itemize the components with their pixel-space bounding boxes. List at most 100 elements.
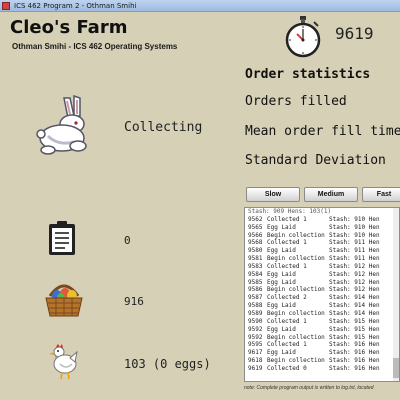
- log-line-message: Begin collection: [267, 255, 325, 263]
- log-line: 9565 Egg Laid Stash: 910 Hen: [245, 224, 399, 232]
- log-line-tail: Hen: [368, 333, 380, 341]
- log-line-message: Egg Laid: [267, 223, 296, 231]
- log-line: 9566 Begin collection Stash: 910 Hen: [245, 232, 399, 240]
- log-line-tail: Hen: [368, 357, 380, 365]
- output-log[interactable]: Stash: 909 Hens: 103(1) 9562 Collected 1 S…: [244, 207, 400, 382]
- log-line-number: 9586: [248, 286, 263, 294]
- log-line-tail: Hen: [368, 286, 380, 294]
- log-line: 9619 Collected 0 Stash: 916 Hen: [245, 365, 399, 373]
- log-line-number: 9581: [248, 255, 263, 263]
- log-line: 9590 Collected 1 Stash: 915 Hen: [245, 318, 399, 326]
- log-line-stash: Stash: 912: [329, 270, 369, 278]
- log-line-message: Egg Laid: [267, 302, 296, 310]
- log-line-stash: Stash: 915: [329, 333, 369, 341]
- log-line-stash: Stash: 912: [329, 278, 369, 286]
- rabbit-icon: [36, 94, 87, 155]
- log-line-tail: Hen: [368, 294, 380, 302]
- log-line: 9562 Collected 1 Stash: 910 Hen: [245, 216, 399, 224]
- log-line-message: Collected 1: [267, 262, 307, 270]
- log-scrollbar[interactable]: [393, 208, 399, 381]
- log-line-message: Collected 2: [267, 294, 307, 302]
- log-line-number: 9619: [248, 364, 263, 372]
- app-subtitle: Othman Smihi - ICS 462 Operating Systems: [12, 42, 178, 51]
- order-statistics-heading: Order statistics: [245, 67, 371, 82]
- log-line-tail: Hen: [368, 325, 380, 333]
- log-line-number: 9589: [248, 309, 263, 317]
- log-line-message: Begin collection: [267, 357, 325, 365]
- log-line-number: 9590: [248, 317, 263, 325]
- log-line: 9617 Egg Laid Stash: 916 Hen: [245, 349, 399, 357]
- log-line-message: Collected 1: [267, 317, 307, 325]
- log-line-stash: Stash: 911: [329, 247, 369, 255]
- medium-button[interactable]: Medium: [304, 187, 358, 202]
- log-line-stash: Stash: 915: [329, 325, 369, 333]
- window-titlebar[interactable]: ICS 462 Program 2 - Othman Smihi: [0, 0, 400, 12]
- log-line-tail: Hen: [368, 302, 380, 310]
- orders-count: 0: [124, 234, 131, 247]
- log-line-number: 9566: [248, 231, 263, 239]
- log-line-stash: Stash: 911: [329, 255, 369, 263]
- log-line-number: 9583: [248, 262, 263, 270]
- log-line-tail: Hen: [368, 239, 380, 247]
- mean-fill-time-label: Mean order fill time: [245, 124, 400, 139]
- stopwatch-icon: [285, 16, 321, 58]
- log-line-tail: Hen: [368, 317, 380, 325]
- log-line-number: 9568: [248, 239, 263, 247]
- orders-filled-label: Orders filled: [245, 94, 347, 109]
- log-line-stash: Stash: 916: [329, 364, 369, 372]
- log-line: 9587 Collected 2 Stash: 914 Hen: [245, 294, 399, 302]
- log-line-tail: Hen: [368, 278, 380, 286]
- log-line-message: Begin collection: [267, 309, 325, 317]
- log-line-stash: Stash: 915: [329, 317, 369, 325]
- log-line-tail: Hen: [368, 223, 380, 231]
- log-line-stash: Stash: 916: [329, 349, 369, 357]
- log-line-message: Collected 1: [267, 215, 307, 223]
- log-line-message: Egg Laid: [267, 247, 296, 255]
- log-line-number: 9618: [248, 357, 263, 365]
- log-line-tail: Hen: [368, 215, 380, 223]
- log-line-stash: Stash: 914: [329, 294, 369, 302]
- log-line: 9592 Egg Laid Stash: 915 Hen: [245, 326, 399, 334]
- log-line-tail: Hen: [368, 341, 380, 349]
- log-line-tail: Hen: [368, 309, 380, 317]
- log-line-stash: Stash: 912: [329, 286, 369, 294]
- java-app-icon: [2, 2, 10, 10]
- log-line-message: Egg Laid: [267, 349, 296, 357]
- log-line-number: 9584: [248, 270, 263, 278]
- std-deviation-label: Standard Deviation: [245, 153, 386, 168]
- log-line: 9585 Egg Laid Stash: 912 Hen: [245, 279, 399, 287]
- log-line-number: 9580: [248, 247, 263, 255]
- log-line: 9592 Begin collection Stash: 915 Hen: [245, 334, 399, 342]
- app-title: Cleo's Farm: [10, 17, 128, 38]
- log-line-message: Begin collection: [267, 231, 325, 239]
- log-line-message: Collected 1: [267, 341, 307, 349]
- log-line-number: 9592: [248, 325, 263, 333]
- log-line-number: 9617: [248, 349, 263, 357]
- log-line-message: Collected 1: [267, 239, 307, 247]
- log-line-stash: Stash: 916: [329, 357, 369, 365]
- log-line-tail: Hen: [368, 270, 380, 278]
- log-line-message: Egg Laid: [267, 270, 296, 278]
- log-line-tail: Hen: [368, 349, 380, 357]
- log-scrollbar-thumb[interactable]: [393, 358, 399, 378]
- log-line-stash: Stash: 914: [329, 302, 369, 310]
- log-line-stash: Stash: 914: [329, 309, 369, 317]
- chicken-icon: [49, 344, 78, 380]
- log-line-number: 9592: [248, 333, 263, 341]
- log-line-message: Egg Laid: [267, 325, 296, 333]
- log-line-stash: Stash: 911: [329, 239, 369, 247]
- log-line: 9584 Egg Laid Stash: 912 Hen: [245, 271, 399, 279]
- log-line-number: 9585: [248, 278, 263, 286]
- log-line: 9589 Begin collection Stash: 914 Hen: [245, 310, 399, 318]
- log-line: 9588 Egg Laid Stash: 914 Hen: [245, 302, 399, 310]
- log-line-number: 9587: [248, 294, 263, 302]
- log-line-stash: Stash: 912: [329, 262, 369, 270]
- log-line: 9618 Begin collection Stash: 916 Hen: [245, 357, 399, 365]
- fast-button[interactable]: Fast: [362, 187, 400, 202]
- slow-button[interactable]: Slow: [246, 187, 300, 202]
- footer-note: note: Complete program output is written…: [244, 385, 374, 391]
- log-line: 9586 Begin collection Stash: 912 Hen: [245, 286, 399, 294]
- log-line-message: Egg Laid: [267, 278, 296, 286]
- log-line: 9580 Egg Laid Stash: 911 Hen: [245, 247, 399, 255]
- log-lines: 9562 Collected 1 Stash: 910 Hen 9565 Egg Lai…: [245, 216, 399, 373]
